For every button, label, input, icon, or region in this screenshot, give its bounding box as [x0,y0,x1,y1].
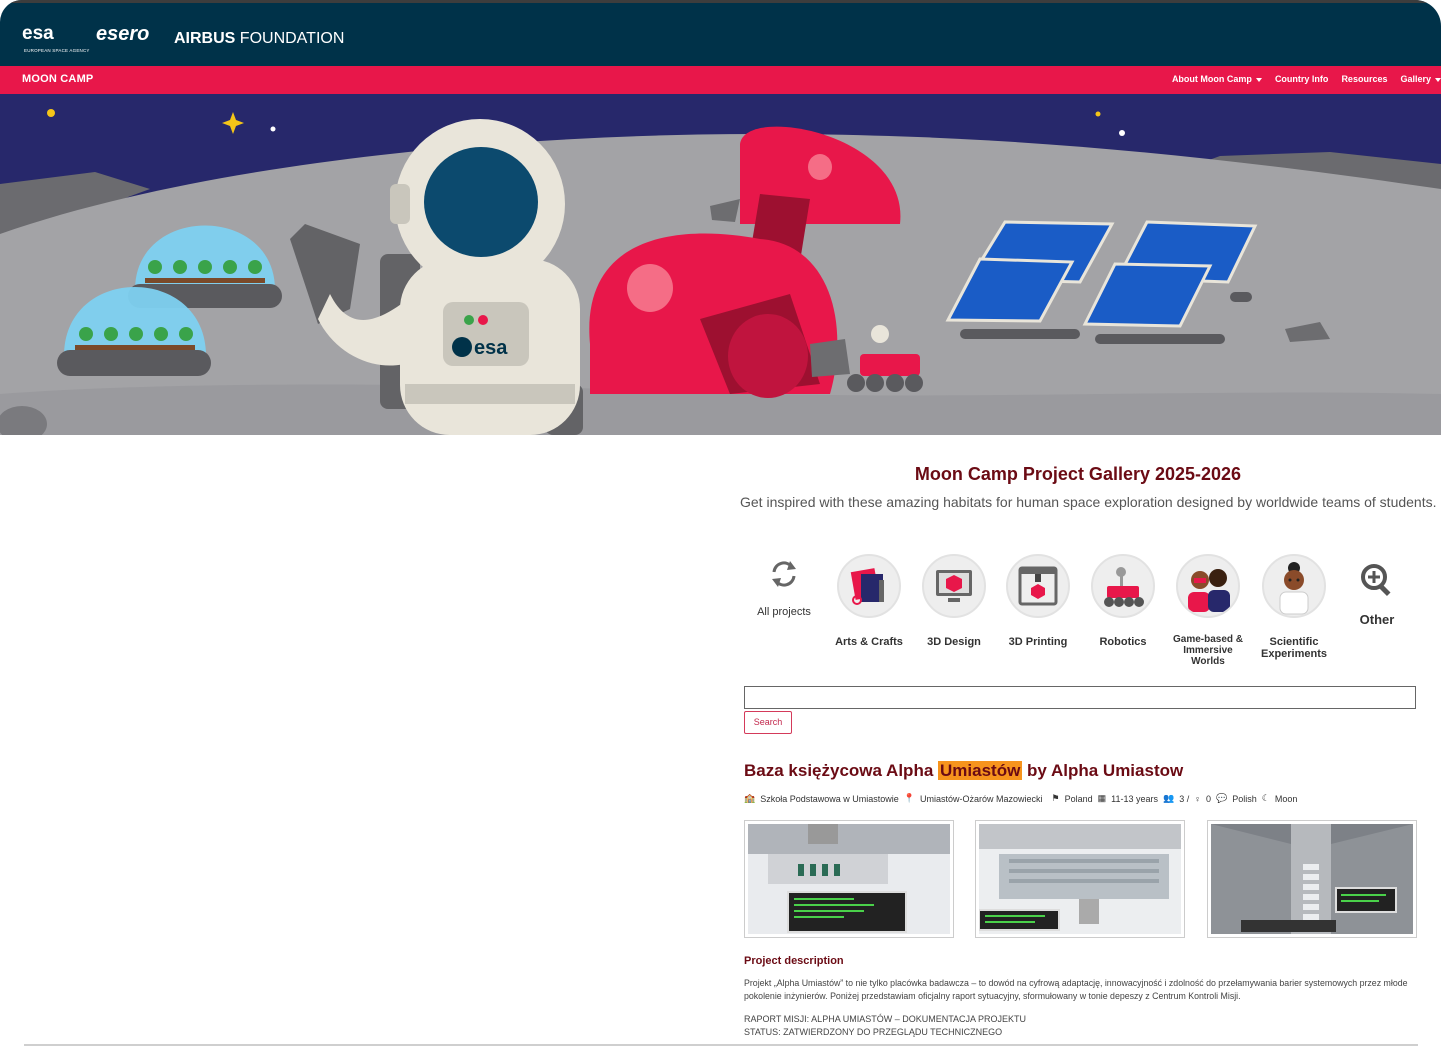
project-description-heading: Project description [744,955,844,967]
game-based-icon [1176,554,1240,618]
esa-logo[interactable]: esa EUROPEAN SPACE AGENCY [22,23,89,53]
search-input[interactable] [744,686,1416,709]
3d-printing-icon [1006,554,1070,618]
minecraft-screenshot-3 [1211,824,1413,934]
esa-logo-subtitle: EUROPEAN SPACE AGENCY [24,48,90,53]
project-image-1[interactable] [744,820,954,938]
bottom-divider [24,1044,1418,1046]
project-image-2[interactable] [975,820,1185,938]
project-title-start: Baza księżycowa Alpha [744,761,939,780]
main-nav: MOON CAMP About Moon Camp Country Info R… [0,66,1441,94]
nav-item-gallery[interactable]: Gallery [1400,74,1441,84]
report-status: STATUS: ZATWIERDZONY DO PRZEGLĄDU TECHNI… [744,1027,1003,1037]
project-team: 3 / [1179,793,1190,804]
chevron-down-icon [1255,77,1262,82]
category-scientific-experiments[interactable]: Scientific Experiments [1254,554,1334,660]
project-title-end: by Alpha Umiastow [1022,761,1184,780]
airbus-foundation-logo[interactable]: AIRBUS FOUNDATION [174,30,344,48]
category-label: All projects [757,606,811,618]
esero-logo[interactable]: esero [96,23,149,46]
airbus-logo-light: FOUNDATION [239,30,345,47]
calendar-icon: ▦ [1097,793,1107,803]
speech-bubble-icon: 💬 [1216,793,1228,803]
project-location: Umiastów-Ożarów Mazowiecki [920,793,1043,804]
project-country: Poland [1064,793,1093,804]
nav-item-label: About Moon Camp [1171,74,1252,84]
category-all-projects[interactable]: All projects [748,558,820,618]
nav-brand-moon-camp[interactable]: MOON CAMP [22,73,93,85]
search-button[interactable]: Search [744,711,792,734]
project-title-highlight: Umiastów [938,761,1023,780]
category-3d-printing[interactable]: 3D Printing [1000,554,1076,648]
category-label: Robotics [1099,636,1147,648]
project-report: RAPORT MISJI: ALPHA UMIASTÓW – DOKUMENTA… [744,1013,1026,1039]
report-line: RAPORT MISJI: ALPHA UMIASTÓW – DOKUMENTA… [744,1014,1027,1024]
scientific-icon [1262,554,1326,618]
moon-icon: ☾ [1261,793,1270,803]
page: esa EUROPEAN SPACE AGENCY esero AIRBUS F… [0,0,1441,1048]
project-school: Szkoła Podstawowa w Umiastowie [760,793,899,804]
category-robotics[interactable]: Robotics [1085,554,1161,648]
category-game-based[interactable]: Game-based & Immersive Worlds [1168,554,1248,667]
moon-camp-illustration: esa [0,94,1441,442]
project-destination: Moon [1274,793,1298,804]
project-female: 0 [1206,793,1212,804]
robotics-icon [1091,554,1155,618]
project-meta: 🏫 Szkoła Podstawowa w Umiastowie 📍 Umias… [744,793,1297,804]
nav-links: About Moon Camp Country Info Resources G… [1172,74,1441,84]
arts-crafts-icon [837,554,901,618]
top-header: esa EUROPEAN SPACE AGENCY esero AIRBUS F… [0,0,1441,66]
gallery-title: Moon Camp Project Gallery 2025-2026 [914,464,1242,484]
nav-item-country-info[interactable]: Country Info [1275,74,1329,84]
project-title[interactable]: Baza księżycowa Alpha Umiastów by Alpha … [744,761,1183,781]
category-other[interactable]: Other [1344,562,1410,626]
refresh-icon [772,561,796,587]
esa-logo-text: esa [22,23,54,44]
hero-banner: esa [0,94,1441,442]
3d-design-icon [922,554,986,618]
category-label: Arts & Crafts [835,636,903,648]
team-icon: 👥 [1163,793,1175,803]
project-language: Polish [1232,793,1257,804]
category-label: Other [1359,612,1395,627]
category-arts-crafts[interactable]: Arts & Crafts [832,554,906,648]
airbus-logo-bold: AIRBUS [174,30,236,47]
category-3d-design[interactable]: 3D Design [916,554,992,648]
nav-item-resources[interactable]: Resources [1341,74,1387,84]
category-label: Scientific Experiments [1260,636,1328,660]
gallery-subtitle: Get inspired with these amazing habitats… [740,494,1437,510]
magnifier-plus-icon [1361,564,1391,597]
project-image-3[interactable] [1207,820,1417,938]
category-label: 3D Printing [1008,636,1068,648]
nav-item-label: Gallery [1400,74,1431,84]
category-label: Game-based & Immersive Worlds [1172,634,1244,667]
school-icon: 🏫 [744,793,756,803]
category-label: 3D Design [927,636,981,648]
nav-item-about-moon-camp[interactable]: About Moon Camp [1172,74,1262,84]
chevron-down-icon [1435,77,1441,82]
category-filters: All projects Arts & Crafts 3D Design 3D … [744,552,1424,672]
hero-esa-badge-text: esa [474,337,508,359]
project-description-text: Projekt „Alpha Umiastów” to nie tylko pl… [744,978,1408,1001]
location-pin-icon: 📍 [903,793,915,803]
female-icon: ♀ [1194,793,1201,804]
project-age: 11-13 years [1111,793,1159,804]
minecraft-screenshot-1 [748,824,950,934]
minecraft-screenshot-2 [979,824,1181,934]
flag-icon: ⚑ [1051,793,1060,803]
